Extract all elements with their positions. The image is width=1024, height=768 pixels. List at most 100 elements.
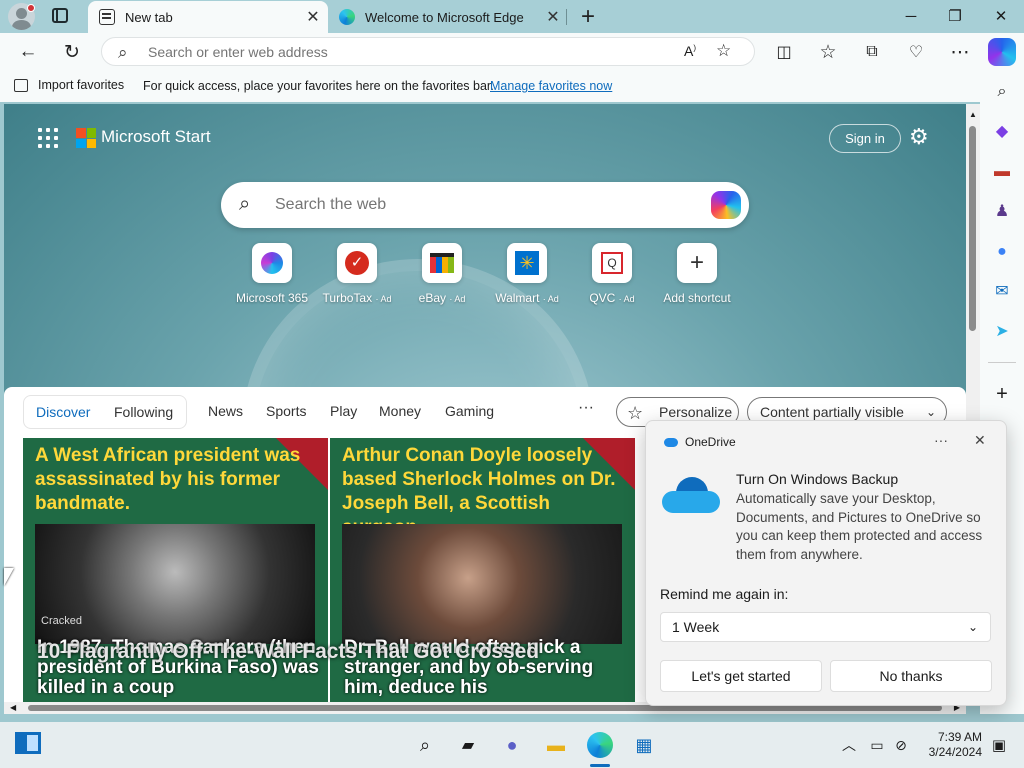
turbotax-icon: ✓ (337, 243, 377, 283)
scroll-thumb[interactable] (969, 126, 976, 331)
nav-news[interactable]: News (208, 403, 243, 419)
browser-essentials-icon[interactable]: ♡ (902, 38, 930, 66)
onedrive-cloud-icon (662, 477, 720, 515)
notification-icon[interactable]: ▣ (986, 732, 1012, 758)
shortcut-turbotax[interactable]: ✓ TurboTax · Ad (314, 243, 400, 305)
shortcut-label: TurboTax (322, 291, 373, 305)
app-launcher-icon[interactable] (38, 128, 58, 148)
notification-app-name: OneDrive (685, 435, 736, 449)
close-icon[interactable]: ✕ (974, 432, 986, 449)
start-brand: Microsoft Start (101, 127, 211, 146)
file-explorer-icon[interactable]: ▬ (543, 732, 569, 758)
games-icon[interactable]: ♟ (992, 202, 1012, 222)
import-favorites-button[interactable]: Import favorites (14, 78, 124, 92)
add-favorite-icon[interactable]: ☆ (716, 41, 731, 61)
remind-select[interactable]: 1 Week ⌄ (660, 612, 991, 642)
manage-favorites-link[interactable]: Manage favorites now (490, 79, 612, 93)
gear-icon[interactable]: ⚙ (909, 124, 929, 150)
new-tab-plus-icon[interactable]: + (576, 3, 600, 31)
lets-get-started-button[interactable]: Let's get started (660, 660, 822, 692)
nav-play[interactable]: Play (330, 403, 357, 419)
tab-welcome-edge[interactable]: Welcome to Microsoft Edge ✕ (328, 1, 568, 33)
microsoft-365-icon[interactable]: ● (992, 242, 1012, 262)
shortcut-qvc[interactable]: Q QVC · Ad (569, 243, 655, 305)
tools-icon[interactable]: ▬ (992, 162, 1012, 182)
card-source: Cracked (41, 615, 82, 627)
shortcut-ebay[interactable]: eBay · Ad (399, 243, 485, 305)
clock[interactable]: 7:39 AM 3/24/2024 (920, 730, 982, 760)
shortcut-microsoft-365[interactable]: Microsoft 365 (229, 243, 315, 305)
settings-more-icon[interactable]: ⋯ (946, 38, 974, 66)
address-bar[interactable]: ⌕ A) ☆ (101, 37, 755, 66)
search-icon: ⌕ (118, 43, 128, 62)
widgets-icon[interactable] (15, 732, 41, 754)
refresh-icon[interactable]: ↻ (58, 38, 86, 66)
shortcut-label: QVC (589, 291, 616, 305)
no-thanks-button[interactable]: No thanks (830, 660, 992, 692)
start-icon[interactable] (368, 732, 392, 756)
split-screen-icon[interactable]: ◫ (770, 38, 798, 66)
add-sidebar-app-icon[interactable]: + (992, 384, 1012, 404)
ebay-icon (422, 243, 462, 283)
new-tab-icon (99, 9, 115, 25)
close-tab-icon[interactable]: ✕ (538, 7, 568, 27)
scroll-up-icon[interactable]: ▲ (969, 110, 977, 119)
tab-title: Welcome to Microsoft Edge (365, 9, 524, 25)
notification-description: Automatically save your Desktop, Documen… (736, 491, 983, 562)
feed-mode-switch: Discover Following (23, 395, 187, 429)
search-icon: ⌕ (239, 193, 251, 215)
shortcut-walmart[interactable]: ✳ Walmart · Ad (484, 243, 570, 305)
tab-discover[interactable]: Discover (36, 404, 90, 420)
nav-sports[interactable]: Sports (266, 403, 306, 419)
qvc-icon: Q (592, 243, 632, 283)
edge-icon (339, 9, 355, 25)
task-view-icon[interactable]: ▰ (455, 732, 481, 758)
collections-icon[interactable]: ⧉ (858, 38, 886, 66)
network-icon[interactable]: ▭ (864, 732, 890, 758)
onedrive-icon (664, 437, 678, 447)
web-search-box[interactable]: ⌕ (221, 182, 749, 228)
clock-date: 3/24/2024 (928, 745, 982, 759)
notification-more-icon[interactable]: ··· (934, 432, 948, 448)
clock-time: 7:39 AM (937, 730, 982, 744)
store-icon[interactable]: ▦ (631, 732, 657, 758)
scroll-left-icon[interactable]: ◀ (10, 703, 16, 712)
search-icon[interactable]: ⌕ (992, 82, 1012, 102)
web-search-input[interactable] (275, 194, 695, 216)
search-icon[interactable]: ⌕ (412, 732, 438, 758)
walmart-icon: ✳ (507, 243, 547, 283)
close-window-icon[interactable]: ✕ (978, 4, 1024, 30)
nav-money[interactable]: Money (379, 403, 421, 419)
tab-following[interactable]: Following (114, 404, 173, 420)
close-tab-icon[interactable]: ✕ (298, 7, 328, 27)
shopping-tag-icon[interactable]: ◆ (992, 122, 1012, 142)
back-icon[interactable]: ← (14, 38, 42, 66)
taskbar: ⌕ ▰ ● ▬ ▦ ︿ ▭ ⊘ 7:39 AM 3/24/2024 ▣ (0, 722, 1024, 768)
copilot-icon[interactable] (711, 191, 741, 219)
copilot-icon[interactable] (988, 38, 1016, 66)
onedrive-notification: OneDrive ··· ✕ Turn On Windows Backup Au… (645, 420, 1007, 706)
teams-chat-icon[interactable]: ● (499, 732, 525, 758)
remind-label: Remind me again in: (660, 586, 789, 602)
chevron-down-icon: ⌄ (967, 620, 978, 634)
import-icon (14, 78, 28, 92)
more-nav-button[interactable]: ··· (578, 399, 594, 417)
chevron-up-icon[interactable]: ︿ (836, 732, 862, 758)
favorites-bar-message: For quick access, place your favorites h… (143, 79, 494, 93)
shortcut-add[interactable]: + Add shortcut (654, 243, 740, 305)
volume-muted-icon[interactable]: ⊘ (888, 732, 914, 758)
address-input[interactable] (148, 42, 628, 62)
outlook-icon[interactable]: ✉ (992, 282, 1012, 302)
restore-icon[interactable]: ❐ (932, 4, 978, 30)
tab-separator (566, 9, 567, 25)
tab-new-tab[interactable]: New tab ✕ (88, 1, 328, 33)
mouse-cursor (4, 568, 14, 586)
nav-gaming[interactable]: Gaming (445, 403, 494, 419)
read-aloud-icon[interactable]: A) (684, 43, 696, 59)
edge-icon[interactable] (587, 732, 613, 758)
sign-in-button[interactable]: Sign in (829, 124, 901, 153)
drop-icon[interactable]: ➤ (992, 322, 1012, 342)
minimize-icon[interactable]: ─ (888, 4, 934, 30)
favorites-icon[interactable]: ☆ (814, 38, 842, 66)
tab-actions-icon[interactable] (52, 8, 68, 23)
